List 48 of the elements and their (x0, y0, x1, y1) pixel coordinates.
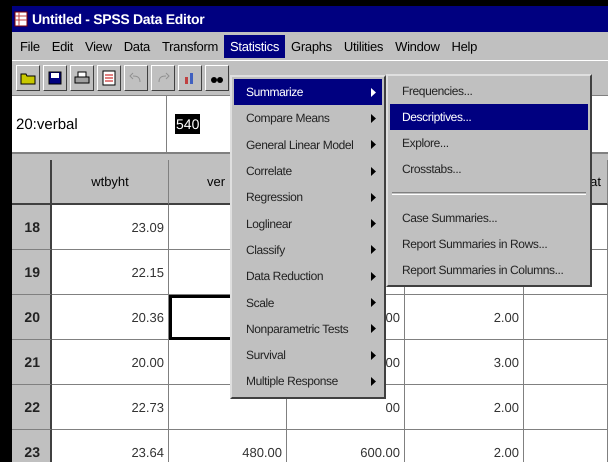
menu-item[interactable]: Report Summaries in Columns... (390, 257, 588, 283)
menu-item[interactable]: Case Summaries... (390, 205, 588, 231)
table-cell: 3.00 (405, 340, 524, 385)
column-header: wtbyht (91, 174, 129, 189)
menu-item[interactable]: Utilities (338, 34, 390, 58)
menu-item[interactable]: Statistics (224, 34, 286, 58)
row-number: 21 (24, 354, 40, 370)
table-cell: 22.73 (52, 385, 169, 430)
cell-reference: 20:verbal (12, 96, 167, 152)
menu-item[interactable]: Window (389, 34, 446, 58)
menu-item[interactable]: Compare Means (234, 105, 382, 132)
menu-item[interactable]: Frequencies... (390, 78, 588, 104)
menu-item[interactable]: File (14, 34, 46, 58)
menu-item[interactable]: Classify (234, 236, 382, 264)
menu-item[interactable]: Data Reduction (234, 263, 382, 290)
menu-item[interactable]: Transform (156, 34, 224, 58)
menu-item[interactable]: Summarize (234, 79, 382, 106)
row-number: 20 (24, 309, 40, 325)
cell-value-field[interactable]: 540 (175, 114, 200, 134)
menu-item[interactable]: Regression (234, 184, 382, 210)
table-cell: 23.09 (52, 205, 169, 250)
column-header: ver (207, 174, 226, 189)
menu-item[interactable]: Graphs (285, 34, 338, 58)
menu-item[interactable]: Explore... (390, 130, 588, 156)
table-cell: 2.00 (405, 385, 524, 430)
row-number: 18 (24, 219, 40, 235)
table-cell: 600.00 (287, 430, 405, 462)
menu-item[interactable]: Edit (46, 34, 79, 58)
table-cell: 480.00 (169, 430, 287, 462)
menu-item[interactable]: General Linear Model (234, 132, 382, 158)
table-cell: 20.00 (52, 340, 169, 385)
menu-item[interactable]: Report Summaries in Rows... (390, 231, 588, 257)
menu-item[interactable]: Help (446, 34, 484, 58)
menu-item[interactable]: Correlate (234, 158, 382, 184)
window-title: Untitled - SPSS Data Editor (32, 11, 204, 27)
row-number: 19 (24, 264, 40, 280)
menu-item[interactable]: Crosstabs... (390, 156, 588, 182)
table-cell: 2.00 (405, 295, 524, 340)
menu-item[interactable]: Loglinear (234, 210, 382, 237)
menu-item[interactable]: Data (118, 34, 156, 58)
table-cell: 23.64 (52, 430, 169, 462)
table-cell: 20.36 (52, 295, 169, 340)
table-cell: 2.00 (405, 430, 524, 462)
menu-item[interactable]: Descriptives... (390, 104, 588, 130)
table-cell: 22.15 (52, 250, 169, 295)
menu-item[interactable]: View (78, 34, 118, 58)
row-number: 22 (24, 399, 40, 415)
row-number: 23 (24, 444, 40, 460)
